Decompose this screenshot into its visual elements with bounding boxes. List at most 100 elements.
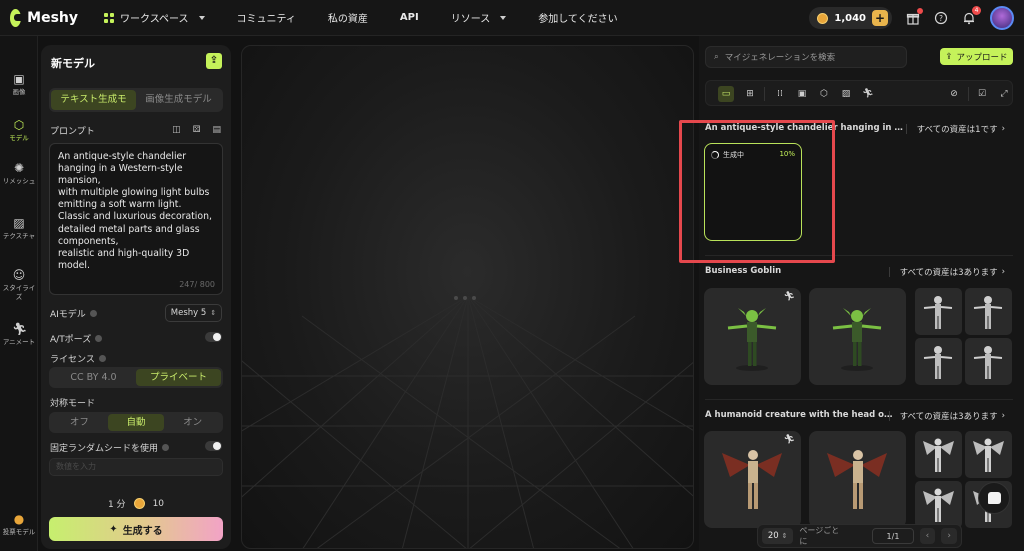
logo[interactable]: Meshy [10,8,78,27]
chevron-updown-icon: ⇕ [210,309,217,317]
tab-text-to-model[interactable]: テキスト生成モ [51,90,136,110]
page-indicator[interactable]: 1/1 [872,528,914,544]
running-figure-icon[interactable]: 🏃︎ [860,86,876,102]
apose-label-text: A/Tポーズ [50,335,92,345]
variant-thumbnail[interactable] [915,338,962,385]
ai-model-select[interactable]: Meshy 5 ⇕ [165,304,222,322]
license-cc-by[interactable]: CC BY 4.0 [51,369,136,386]
checkbox-icon[interactable]: ☑ [974,86,990,102]
seed-toggle[interactable] [205,441,222,451]
dice-icon[interactable]: ⚄ [193,125,201,135]
per-page-select[interactable]: 20 ⇕ [762,528,794,544]
group-title[interactable]: Business Goblin [705,266,885,276]
rail-item-texture[interactable]: ▨ テクスチャ [0,216,38,241]
left-rail: ▣ 画像 ⬡ モデル ✺ リメッシュ ▨ テクスチャ ☺ スタイライズ 🏃︎ ア… [0,36,38,551]
coin-icon [817,12,829,24]
help-icon[interactable]: ? [934,11,948,25]
expand-icon[interactable]: ⤢ [996,86,1012,102]
chat-support-icon[interactable] [978,482,1010,514]
rail-item-animate[interactable]: 🏃︎ アニメート [0,322,38,347]
symmetry-on[interactable]: オン [164,414,221,431]
prev-page-button[interactable]: ‹ [919,528,936,544]
image-icon[interactable]: ▣ [794,86,810,102]
rail-item-remesh[interactable]: ✺ リメッシュ [0,161,38,186]
generate-button[interactable]: ✦ 生成する [49,517,223,541]
group-more[interactable]: すべての資産は1です › [906,123,1005,135]
chevron-updown-icon: ⇕ [781,532,788,540]
variant-thumbnail[interactable] [965,288,1012,335]
upload-icon[interactable]: ⇪ [206,53,222,69]
grid-icon[interactable]: ⊞ [742,86,758,102]
group-title[interactable]: A humanoid creature with the head of a d… [705,410,895,420]
rail-item-label: リメッシュ [2,177,36,185]
search-placeholder: マイジェネレーションを検索 [724,53,836,63]
dots-grid-icon[interactable]: ⁞⁞ [772,86,788,102]
main-nav: ワークスペース コミュニティ 私の資産 API リソース 参加してください [104,0,650,36]
ai-model-label: AIモデル [50,307,97,320]
prompt-input[interactable]: An antique-style chandelier hanging in a… [49,143,223,295]
nav-resources[interactable]: リソース [451,10,507,25]
loading-dots [454,296,476,300]
info-icon [95,335,103,342]
group-more[interactable]: すべての資産は3あります › [889,266,1005,278]
apose-toggle[interactable] [205,332,222,342]
group-more[interactable]: すべての資産は3あります › [889,410,1005,422]
texture-icon: ▨ [13,216,25,230]
prompt-label: プロンプト [50,124,95,137]
prompt-text: An antique-style chandelier hanging in a… [58,151,212,271]
3d-viewport[interactable] [241,45,694,549]
rail-item-stylize[interactable]: ☺ スタイライズ [0,268,38,302]
info-icon [89,310,97,317]
clipboard-icon[interactable]: ▤ [212,125,221,135]
gift-dot [917,8,923,14]
nav-my-assets[interactable]: 私の資産 [328,10,368,25]
texture-icon[interactable]: ▨ [838,86,854,102]
chevron-down-icon [198,15,205,20]
model-card[interactable] [809,431,906,528]
next-page-button[interactable]: › [941,528,958,544]
model-card[interactable]: 🏃︎ [704,431,801,528]
top-bar: Meshy ワークスペース コミュニティ 私の資産 API リソース 参加してく… [0,0,1024,36]
rail-item-model[interactable]: ⬡ モデル [0,118,38,143]
filter-icon[interactable]: ⊘ [946,86,962,102]
variant-thumbnail[interactable] [915,288,962,335]
rail-item-label: モデル [9,134,29,142]
variant-thumbnail[interactable] [965,431,1012,478]
prompt-tools: ◫ ⚄ ▤ [172,125,221,135]
license-private[interactable]: プライベート [136,369,221,386]
seed-input[interactable]: 数値を入力 [49,458,223,476]
meshy-logo-icon [10,8,25,27]
tab-image-to-model[interactable]: 画像生成モデル [136,90,221,110]
model-card[interactable] [809,288,906,385]
gift-icon[interactable] [906,8,923,25]
avatar[interactable] [990,6,1014,30]
search-input[interactable]: ⌕ マイジェネレーションを検索 [705,46,907,68]
group-more-label: すべての資産は3あります [899,412,998,422]
running-figure-icon: 🏃︎ [783,292,795,302]
credits-pill[interactable]: 1,040 + [809,7,892,29]
split-icon[interactable]: ◫ [172,125,181,135]
add-credits-button[interactable]: + [872,10,888,26]
nav-join[interactable]: 参加してください [538,10,617,25]
model-card[interactable]: 🏃︎ [704,288,801,385]
folder-icon[interactable]: ▭ [718,86,734,102]
variant-thumbnail[interactable] [965,338,1012,385]
stylize-icon: ☺ [12,268,26,282]
image-icon: ▣ [13,72,25,86]
model-variants-grid[interactable] [915,288,1012,385]
symmetry-off[interactable]: オフ [51,414,108,431]
cube-icon[interactable]: ⬡ [816,86,832,102]
prompt-label-text: プロンプト [50,127,95,137]
rail-item-vote[interactable]: ● 投票モデル [0,512,38,537]
rail-item-image[interactable]: ▣ 画像 [0,72,38,97]
symmetry-auto[interactable]: 自動 [107,414,165,431]
nav-api[interactable]: API [400,12,419,23]
bell-icon[interactable]: 4 [962,6,981,25]
upload-button[interactable]: ⇪ アップロード [940,48,1013,65]
nav-community[interactable]: コミュニティ [237,10,296,25]
rail-item-label: 画像 [12,88,26,96]
generate-label: 生成する [122,525,163,537]
variant-thumbnail[interactable] [915,431,962,478]
variant-thumbnail[interactable] [915,481,962,528]
nav-workspace[interactable]: ワークスペース [104,10,205,25]
